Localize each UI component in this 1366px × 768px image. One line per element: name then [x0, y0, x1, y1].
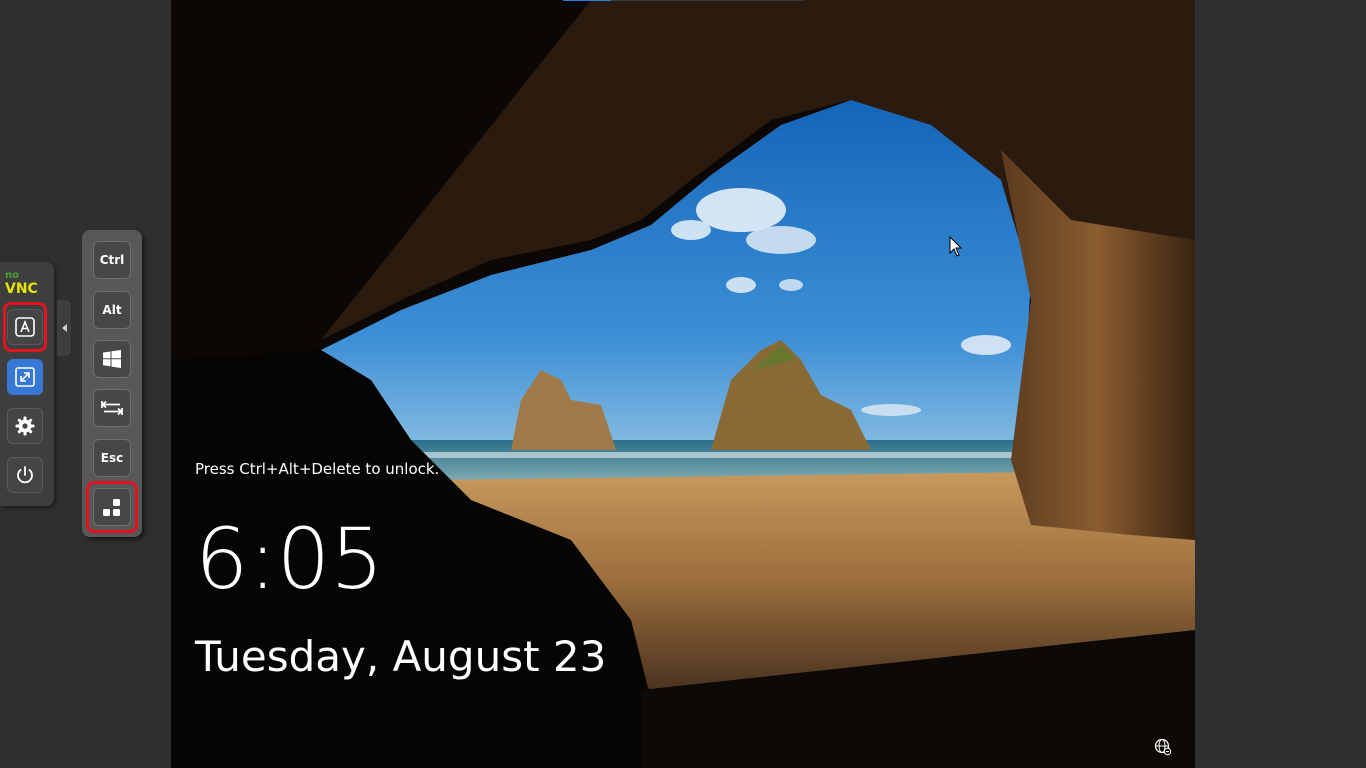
globe-network-icon[interactable]	[1154, 738, 1172, 756]
windows-logo-icon	[103, 350, 121, 368]
gear-icon	[15, 416, 35, 436]
remote-screen[interactable]: Press Ctrl+Alt+Delete to unlock. 6:05 Tu…	[171, 0, 1195, 768]
tab-icon	[101, 400, 123, 416]
novnc-control-bar: no VNC	[0, 262, 54, 506]
tab-key-button[interactable]	[93, 389, 131, 427]
control-bar-handle[interactable]	[57, 300, 71, 356]
mouse-cursor-icon	[949, 236, 963, 257]
alt-key-button[interactable]: Alt	[93, 291, 131, 329]
keyboard-a-icon	[15, 317, 35, 337]
lockscreen-clock: 6:05	[195, 510, 384, 608]
top-status-indicator	[563, 0, 803, 1]
novnc-viewer: Press Ctrl+Alt+Delete to unlock. 6:05 Tu…	[0, 0, 1366, 768]
windows-key-button[interactable]	[93, 340, 131, 378]
power-icon	[17, 466, 33, 484]
extra-keys-button[interactable]	[7, 309, 43, 345]
unlock-hint: Press Ctrl+Alt+Delete to unlock.	[195, 460, 440, 478]
ctrl-key-button[interactable]: Ctrl	[93, 241, 131, 279]
ctrl-alt-del-icon	[103, 499, 120, 516]
esc-key-button[interactable]: Esc	[93, 439, 131, 477]
fullscreen-icon	[15, 367, 35, 387]
extra-keys-panel: Ctrl Alt Esc	[82, 230, 142, 537]
fullscreen-button[interactable]	[7, 359, 43, 395]
settings-button[interactable]	[7, 408, 43, 444]
disconnect-button[interactable]	[7, 457, 43, 493]
lockscreen-date: Tuesday, August 23	[195, 632, 607, 681]
ctrl-alt-del-button[interactable]	[93, 488, 131, 526]
chevron-left-icon	[61, 324, 67, 332]
novnc-logo: no VNC	[5, 270, 38, 297]
